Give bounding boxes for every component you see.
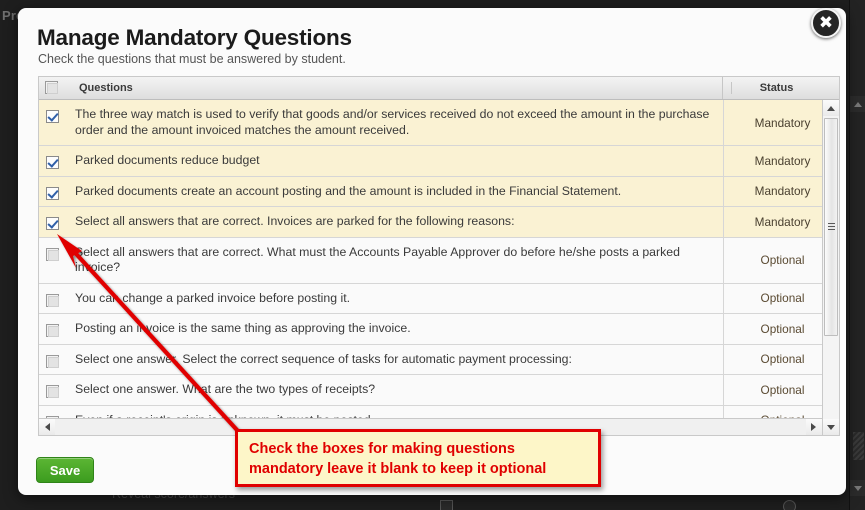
- page-scroll-up-button[interactable]: [850, 96, 865, 112]
- row-checkbox[interactable]: [46, 217, 59, 231]
- grid-vertical-scrollbar[interactable]: [822, 100, 839, 435]
- chevron-up-icon: [827, 106, 835, 111]
- row-checkbox[interactable]: [46, 324, 59, 338]
- question-text: Select all answers that are correct. Inv…: [75, 214, 515, 228]
- question-text: Select one answer. What are the two type…: [75, 382, 376, 396]
- question-text: Select all answers that are correct. Wha…: [75, 244, 680, 275]
- table-row: Select one answer. Select the correct se…: [39, 344, 839, 375]
- table-row: Posting an invoice is the same thing as …: [39, 314, 839, 345]
- row-checkbox[interactable]: [46, 156, 59, 170]
- row-checkbox[interactable]: [46, 186, 59, 200]
- question-text: Select one answer. Select the correct se…: [75, 351, 572, 366]
- header-divider: [722, 77, 723, 99]
- page-vertical-scrollbar[interactable]: [849, 0, 865, 510]
- chevron-down-icon: [827, 425, 835, 430]
- row-checkbox[interactable]: [46, 293, 59, 307]
- table-row: Select all answers that are correct. Wha…: [39, 237, 839, 284]
- page-scroll-thumb[interactable]: [853, 432, 864, 460]
- select-all-checkbox[interactable]: [45, 81, 58, 94]
- chevron-left-icon: [45, 423, 50, 431]
- annotation-callout: Check the boxes for making questions man…: [235, 429, 601, 487]
- table-row: Parked documents reduce budget Mandatory: [39, 146, 839, 177]
- table-row: The three way match is used to verify th…: [39, 100, 839, 146]
- background-radio: [783, 500, 796, 510]
- question-text: Parked documents reduce budget: [75, 153, 260, 167]
- table-row: Select one answer. What are the two type…: [39, 375, 839, 406]
- close-icon: ✖: [818, 13, 834, 33]
- row-checkbox-cell: [39, 238, 75, 264]
- question-text: The three way match is used to verify th…: [75, 107, 710, 137]
- question-text: Parked documents create an account posti…: [75, 183, 622, 198]
- grid-scroll-right-button[interactable]: [806, 419, 822, 435]
- questions-grid: Questions Status The three way match is …: [38, 76, 840, 436]
- row-checkbox-cell: [39, 345, 75, 371]
- page-scroll-down-button[interactable]: [850, 480, 865, 496]
- row-checkbox-cell: [39, 375, 75, 401]
- row-checkbox[interactable]: [46, 385, 59, 399]
- dialog-subtitle: Check the questions that must be answere…: [38, 52, 346, 66]
- grid-header-row: Questions Status: [39, 77, 839, 100]
- row-checkbox[interactable]: [46, 247, 59, 261]
- row-checkbox-cell: [39, 146, 75, 172]
- row-checkbox-cell: [39, 207, 75, 233]
- question-text: You can change a parked invoice before p…: [75, 290, 351, 305]
- chevron-right-icon: [811, 423, 816, 431]
- row-checkbox[interactable]: [46, 354, 59, 368]
- row-checkbox-cell: [39, 100, 75, 126]
- dialog-title: Manage Mandatory Questions: [37, 25, 352, 50]
- table-row: You can change a parked invoice before p…: [39, 283, 839, 314]
- row-checkbox[interactable]: [46, 110, 59, 124]
- save-button[interactable]: Save: [36, 457, 94, 483]
- row-checkbox-cell: [39, 284, 75, 310]
- chevron-up-icon: [854, 102, 862, 107]
- chevron-down-icon: [854, 486, 862, 491]
- background-checkbox: [440, 500, 453, 510]
- question-text: Posting an invoice is the same thing as …: [75, 321, 411, 335]
- manage-mandatory-questions-dialog: Manage Mandatory Questions Check the que…: [18, 8, 846, 495]
- scroll-thumb-grip: [828, 223, 835, 231]
- row-checkbox-cell: [39, 177, 75, 203]
- grid-scroll-down-button[interactable]: [823, 419, 839, 435]
- grid-scroll-thumb[interactable]: [824, 118, 838, 336]
- row-checkbox-cell: [39, 314, 75, 340]
- column-header-questions: Questions: [79, 82, 133, 94]
- close-dialog-button[interactable]: ✖: [811, 8, 841, 38]
- grid-scroll-up-button[interactable]: [823, 100, 839, 116]
- column-header-status: Status: [731, 82, 821, 94]
- annotation-text: Check the boxes for making questions man…: [249, 441, 547, 477]
- grid-scroll-left-button[interactable]: [39, 419, 55, 435]
- table-row: Select all answers that are correct. Inv…: [39, 207, 839, 238]
- grid-body: The three way match is used to verify th…: [39, 100, 839, 435]
- table-row: Parked documents create an account posti…: [39, 176, 839, 207]
